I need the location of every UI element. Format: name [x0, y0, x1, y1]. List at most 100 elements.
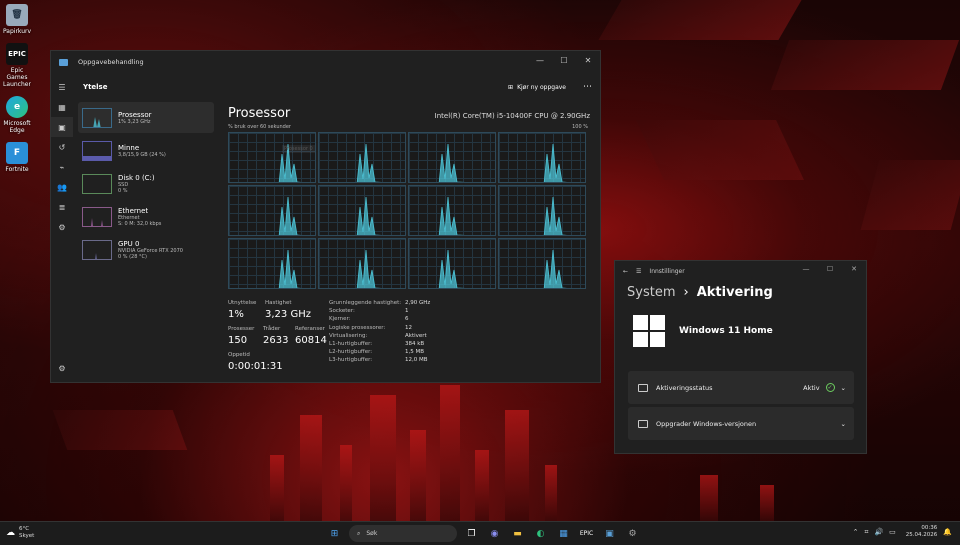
activation-status-icon [638, 383, 648, 392]
perf-item-sub: 0 % (28 °C) [118, 253, 147, 260]
hamburger-menu-icon[interactable]: ☰ [636, 268, 641, 275]
usage-caption: % bruk over 60 sekunder [228, 124, 291, 130]
perf-item-disk[interactable]: Disk 0 (C:) SSD 0 % [78, 168, 214, 199]
desktop-icon-label: Microsoft Edge [3, 120, 31, 134]
activation-status-row[interactable]: Aktiveringsstatus Aktiv ✓ ⌄ [628, 371, 854, 404]
notification-bell-icon[interactable]: 🔔 [943, 528, 952, 536]
close-button[interactable]: ✕ [842, 261, 866, 277]
perf-item-memory[interactable]: Minne 3,8/15,9 GB (24 %) [78, 135, 214, 166]
perf-item-name: Disk 0 (C:) [118, 173, 155, 182]
spec-key: Socketer: [329, 308, 355, 315]
cpu-model: Intel(R) Core(TM) i5-10400F CPU @ 2.90GH… [434, 112, 590, 120]
taskbar: ☁ 6°C Skyet ⊞ ⌕ Søk ❐ ◉ ▬ ◐ ▦ EPIC ▣ ⚙ ⌃… [0, 521, 960, 545]
ethernet-sparkline [82, 206, 112, 227]
performance-icon[interactable]: ▣ [51, 117, 73, 137]
task-view-icon[interactable]: ❐ [463, 525, 480, 542]
processes-label: Prosesser [228, 326, 255, 332]
new-task-button[interactable]: ⊞ Kjør ny oppgave [508, 84, 566, 91]
windows-edition: Windows 11 Home [633, 315, 773, 347]
cpu-sparkline [82, 107, 112, 128]
disk-sparkline [82, 173, 112, 194]
cpu-core-graph [498, 185, 586, 236]
clock[interactable]: 00:36 25.04.2026 [906, 525, 938, 539]
store-icon[interactable]: ▦ [555, 525, 572, 542]
perf-item-gpu[interactable]: GPU 0 NVIDIA GeForce RTX 2070 0 % (28 °C… [78, 234, 214, 265]
section-title: Ytelse [83, 83, 108, 91]
battery-icon[interactable]: ▭ [889, 528, 896, 536]
fortnite-shortcut[interactable]: F Fortnite [0, 142, 34, 173]
new-task-label: Kjør ny oppgave [517, 83, 566, 91]
edge-taskbar-icon[interactable]: ◐ [532, 525, 549, 542]
speed-label: Hastighet [265, 300, 292, 306]
window-title: Innstillinger [649, 267, 685, 275]
speaker-icon[interactable]: 🔊 [874, 528, 883, 536]
weather-temp: 6°C [19, 526, 30, 532]
spec-value: 12,0 MB [405, 357, 428, 364]
maximize-button[interactable]: ☐ [552, 51, 576, 69]
more-options-icon[interactable]: ⋯ [583, 82, 592, 92]
cpu-core-graph [228, 238, 316, 289]
utilization-value: 1% [228, 309, 244, 320]
system-tray: ⌃ ⌗ 🔊 ▭ 00:36 25.04.2026 🔔 [853, 525, 952, 539]
cpu-core-graph [408, 238, 496, 289]
app-history-icon[interactable]: ↺ [51, 137, 73, 157]
spec-row: L1-hurtigbuffer: 384 kB [329, 341, 430, 349]
hamburger-menu-icon[interactable]: ☰ [51, 77, 73, 97]
settings-taskbar-icon[interactable]: ⚙ [624, 525, 641, 542]
spec-value: 6 [405, 316, 409, 323]
threads-value: 2633 [263, 335, 289, 346]
minimize-button[interactable]: — [528, 51, 552, 69]
minimize-button[interactable]: — [794, 261, 818, 277]
cpu-specs: Grunnleggende hastighet: 2,90 GHz Socketer… [329, 300, 430, 366]
edge-shortcut[interactable]: e Microsoft Edge [0, 96, 34, 134]
settings-gear-icon[interactable]: ⚙ [51, 358, 73, 378]
title-bar[interactable]: Oppgavebehandling [51, 51, 600, 73]
weather-desc: Skyet [19, 533, 35, 539]
logical-processor-graphs: Prosessor 0 [228, 132, 588, 290]
cpu-stats: Utnyttelse 1% Hastighet 3,23 GHz Prosess… [228, 300, 588, 380]
task-manager-taskbar-icon[interactable]: ▣ [601, 525, 618, 542]
details-icon[interactable]: ≣ [51, 197, 73, 217]
startup-apps-icon[interactable]: ⌁ [51, 157, 73, 177]
perf-item-sub: NVIDIA GeForce RTX 2070 [118, 247, 183, 254]
users-icon[interactable]: 👥 [51, 177, 73, 197]
spec-row: Grunnleggende hastighet: 2,90 GHz [329, 300, 430, 308]
close-button[interactable]: ✕ [576, 51, 600, 69]
edge-icon: e [6, 96, 28, 118]
teams-chat-icon[interactable]: ◉ [486, 525, 503, 542]
epic-games-taskbar-icon[interactable]: EPIC [578, 525, 595, 542]
spec-row: L2-hurtigbuffer: 1,5 MB [329, 349, 430, 357]
perf-item-name: GPU 0 [118, 239, 140, 248]
spec-key: Virtualisering: [329, 332, 368, 339]
breadcrumb-system[interactable]: System [627, 285, 675, 300]
network-icon[interactable]: ⌗ [864, 528, 868, 537]
cpu-core-graph [228, 185, 316, 236]
chevron-up-icon[interactable]: ⌃ [853, 528, 859, 536]
upgrade-label: Oppgrader Windows-versjonen [656, 419, 757, 428]
breadcrumb-activation: Aktivering [696, 285, 773, 300]
perf-item-name: Prosessor [118, 110, 152, 119]
back-arrow-icon[interactable]: ← [623, 268, 628, 275]
services-icon[interactable]: ⚙ [51, 217, 73, 237]
perf-item-ethernet[interactable]: Ethernet Ethernet S: 0 M: 32,0 kbps [78, 201, 214, 232]
graph-tooltip: Prosessor 0 [282, 145, 315, 153]
weather-widget[interactable]: ☁ 6°C Skyet [6, 526, 34, 540]
search-box[interactable]: ⌕ Søk [349, 525, 457, 542]
file-explorer-icon[interactable]: ▬ [509, 525, 526, 542]
maximize-button[interactable]: ☐ [818, 261, 842, 277]
perf-item-cpu[interactable]: Prosessor 1% 3,23 GHz [78, 102, 214, 133]
start-button[interactable]: ⊞ [326, 525, 343, 542]
processes-value: 150 [228, 335, 248, 346]
upgrade-windows-row[interactable]: Oppgrader Windows-versjonen ⌄ [628, 407, 854, 440]
perf-item-name: Ethernet [118, 206, 149, 215]
chevron-down-icon: ⌄ [840, 419, 846, 428]
cpu-core-graph [408, 185, 496, 236]
processes-icon[interactable]: ▦ [51, 97, 73, 117]
epic-games-shortcut[interactable]: EPIC Epic Games Launcher [0, 43, 34, 88]
uptime-label: Oppetid [228, 352, 250, 358]
perf-item-sub: 3,8/15,9 GB (24 %) [118, 151, 166, 158]
uptime-value: 0:00:01:31 [228, 361, 283, 372]
recycle-bin-shortcut[interactable]: 🗑 Papirkurv [0, 4, 34, 35]
perf-item-sub: 0 % [118, 187, 128, 194]
spec-key: Logiske prosessorer: [329, 324, 386, 331]
